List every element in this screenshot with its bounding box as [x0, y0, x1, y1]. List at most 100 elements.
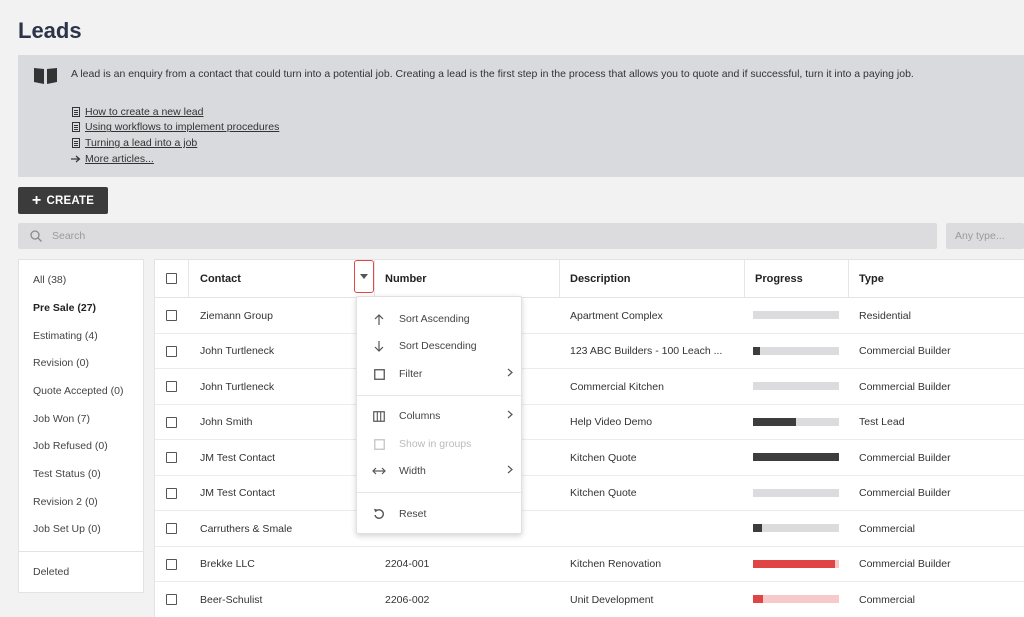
menu-item-reset[interactable]: Reset	[357, 502, 523, 526]
menu-item-label: Width	[399, 465, 426, 477]
row-checkbox[interactable]	[166, 594, 177, 605]
sidebar-item-job-refused[interactable]: Job Refused (0)	[33, 440, 108, 452]
menu-item-columns[interactable]: Columns	[357, 404, 523, 428]
table-row[interactable]: Beer-Schulist 2206-002 Unit Development Com…	[155, 582, 1024, 617]
row-checkbox[interactable]	[166, 416, 177, 428]
row-checkbox-cell	[166, 440, 177, 475]
menu-item-width[interactable]: Width	[357, 459, 523, 483]
cell-description: Commercial Kitchen	[570, 380, 664, 393]
row-checkbox-cell	[166, 511, 177, 546]
row-checkbox[interactable]	[166, 558, 177, 570]
help-link-label: Turning a lead into a job	[85, 136, 198, 149]
help-link-lead-to-job[interactable]: Turning a lead into a job	[71, 135, 279, 151]
progress-bar	[753, 417, 839, 426]
column-divider	[744, 260, 745, 297]
column-header-progress[interactable]: Progress	[755, 260, 803, 297]
select-all-checkbox[interactable]	[166, 273, 177, 284]
row-checkbox[interactable]	[166, 310, 177, 321]
sidebar-item-job-set-up[interactable]: Job Set Up (0)	[33, 523, 101, 535]
search-input[interactable]: Search	[18, 223, 937, 249]
row-checkbox[interactable]	[166, 523, 177, 534]
column-header-number[interactable]: Number	[385, 260, 427, 297]
cell-description: 123 ABC Builders - 100 Leach ...	[570, 345, 723, 357]
table-row[interactable]: Ziemann Group Apartment Complex Residentia…	[155, 298, 1024, 334]
help-link-create-lead[interactable]: How to create a new lead	[71, 104, 279, 120]
table-row[interactable]: JM Test Contact Kitchen Quote Commercial B…	[155, 476, 1024, 511]
cell-type: Commercial Builder	[859, 380, 951, 393]
chevron-right-icon	[507, 465, 513, 477]
progress-bar-fill	[753, 524, 762, 532]
leads-table: Contact Number Description Progress Type…	[154, 259, 1024, 617]
type-filter-placeholder: Any type...	[955, 230, 1005, 242]
menu-item-sort-ascending[interactable]: Sort Ascending	[357, 307, 523, 331]
table-row[interactable]: John Smith Help Video Demo Test Lead	[155, 405, 1024, 440]
column-header-type[interactable]: Type	[859, 260, 884, 297]
cell-description: Apartment Complex	[570, 309, 663, 322]
row-checkbox-cell	[166, 582, 177, 617]
arrow-down-icon	[372, 340, 386, 352]
page-title: Leads	[18, 18, 82, 43]
create-button-label: CREATE	[46, 194, 95, 207]
help-link-workflows[interactable]: Using workflows to implement procedures	[71, 120, 279, 136]
table-row[interactable]: John Turtleneck Commercial Kitchen Commerc…	[155, 369, 1024, 405]
cell-contact: Brekke LLC	[200, 558, 255, 570]
type-filter-select[interactable]: Any type...	[946, 223, 1024, 249]
table-row[interactable]: John Turtleneck 123 ABC Builders - 100 Le…	[155, 334, 1024, 369]
cell-type: Test Lead	[859, 416, 905, 428]
sidebar-divider	[19, 551, 143, 552]
menu-item-label: Show in groups	[399, 438, 472, 450]
row-checkbox[interactable]	[166, 487, 177, 499]
table-row[interactable]: Brekke LLC 2204-001 Kitchen Renovation Comm…	[155, 547, 1024, 582]
progress-bar	[753, 524, 839, 532]
info-box: A lead is an enquiry from a contact that…	[18, 55, 1024, 177]
columns-icon	[372, 410, 386, 422]
filter-icon	[372, 368, 386, 380]
sidebar-item-revision[interactable]: Revision (0)	[33, 357, 89, 369]
cell-type: Residential	[859, 309, 911, 322]
cell-contact: Carruthers & Smale	[200, 522, 293, 535]
menu-item-sort-descending[interactable]: Sort Descending	[357, 334, 523, 358]
search-icon	[30, 230, 42, 242]
progress-bar-fill	[753, 346, 760, 355]
sidebar-item-estimating[interactable]: Estimating (4)	[33, 330, 98, 342]
menu-separator	[357, 395, 523, 396]
row-checkbox[interactable]	[166, 345, 177, 357]
menu-item-filter[interactable]: Filter	[357, 362, 523, 386]
sidebar-item-all[interactable]: All (38)	[33, 274, 66, 286]
sidebar-item-test-status[interactable]: Test Status (0)	[33, 468, 101, 480]
column-header-contact[interactable]: Contact	[200, 260, 241, 297]
sidebar-item-pre-sale[interactable]: Pre Sale (27)	[33, 302, 96, 314]
cell-type: Commercial	[859, 522, 916, 535]
column-header-description[interactable]: Description	[570, 260, 631, 297]
cell-contact: Ziemann Group	[200, 309, 273, 322]
cell-description: Help Video Demo	[570, 416, 653, 428]
sidebar-item-quote-accepted[interactable]: Quote Accepted (0)	[33, 385, 123, 397]
cell-contact: John Smith	[200, 416, 253, 428]
row-checkbox-cell	[166, 334, 177, 369]
row-checkbox[interactable]	[166, 381, 177, 392]
table-row[interactable]: JM Test Contact Kitchen Quote Commercial B…	[155, 440, 1024, 476]
cell-contact: John Turtleneck	[200, 380, 275, 393]
table-row[interactable]: Carruthers & Smale Commercial	[155, 511, 1024, 547]
sidebar-item-revision-2[interactable]: Revision 2 (0)	[33, 496, 98, 508]
caret-down-icon	[360, 274, 368, 279]
column-divider	[559, 260, 560, 297]
menu-item-label: Sort Ascending	[399, 313, 470, 325]
column-divider	[374, 260, 375, 297]
sidebar-item-job-won[interactable]: Job Won (7)	[33, 413, 90, 425]
help-link-more-articles[interactable]: More articles...	[71, 151, 279, 167]
cell-type: Commercial	[859, 593, 916, 606]
column-menu-button[interactable]	[354, 260, 374, 293]
document-icon	[71, 106, 81, 117]
row-checkbox-cell	[166, 547, 177, 582]
help-link-label: More articles...	[85, 152, 154, 165]
row-checkbox-cell	[166, 298, 177, 333]
sidebar-item-deleted[interactable]: Deleted	[33, 566, 69, 578]
document-icon	[71, 122, 81, 133]
cell-contact: John Turtleneck	[200, 345, 275, 357]
create-button[interactable]: + CREATE	[18, 187, 108, 214]
cell-type: Commercial Builder	[859, 487, 951, 499]
row-checkbox-cell	[166, 369, 177, 404]
row-checkbox[interactable]	[166, 452, 177, 463]
progress-bar	[753, 453, 839, 461]
